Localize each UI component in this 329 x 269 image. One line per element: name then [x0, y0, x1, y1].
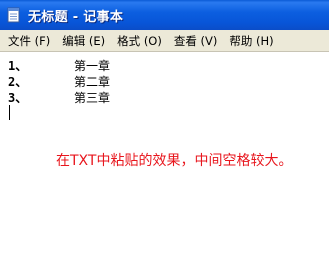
line-text: 第二章: [74, 74, 111, 89]
menu-file[interactable]: 文件 (F): [2, 31, 56, 51]
document-line: 3、 第三章: [8, 89, 110, 105]
document-line: 1、 第一章: [8, 57, 110, 73]
line-text: 第三章: [74, 90, 111, 105]
line-number: 1、: [8, 58, 28, 73]
document-line: 2、 第二章: [8, 73, 110, 89]
menu-bar: 文件 (F) 编辑 (E) 格式 (O) 查看 (V) 帮助 (H): [0, 30, 329, 52]
text-editor-area[interactable]: 1、 第一章 2、 第二章 3、 第三章 在TXT中粘贴的效果，中间空格较大。: [0, 52, 329, 269]
line-number: 2、: [8, 74, 28, 89]
menu-help[interactable]: 帮助 (H): [223, 31, 279, 51]
title-bar[interactable]: 无标题 - 记事本: [0, 0, 329, 30]
menu-edit[interactable]: 编辑 (E): [56, 31, 111, 51]
window-title: 无标题 - 记事本: [28, 9, 124, 25]
menu-format[interactable]: 格式 (O): [111, 31, 168, 51]
notepad-window: 无标题 - 记事本 文件 (F) 编辑 (E) 格式 (O) 查看 (V) 帮助…: [0, 0, 329, 269]
line-number: 3、: [8, 90, 28, 105]
annotation-text: 在TXT中粘贴的效果，中间空格较大。: [56, 153, 293, 169]
menu-view[interactable]: 查看 (V): [168, 31, 224, 51]
text-caret: [9, 105, 10, 120]
line-text: 第一章: [74, 58, 111, 73]
notepad-icon: [6, 7, 22, 23]
